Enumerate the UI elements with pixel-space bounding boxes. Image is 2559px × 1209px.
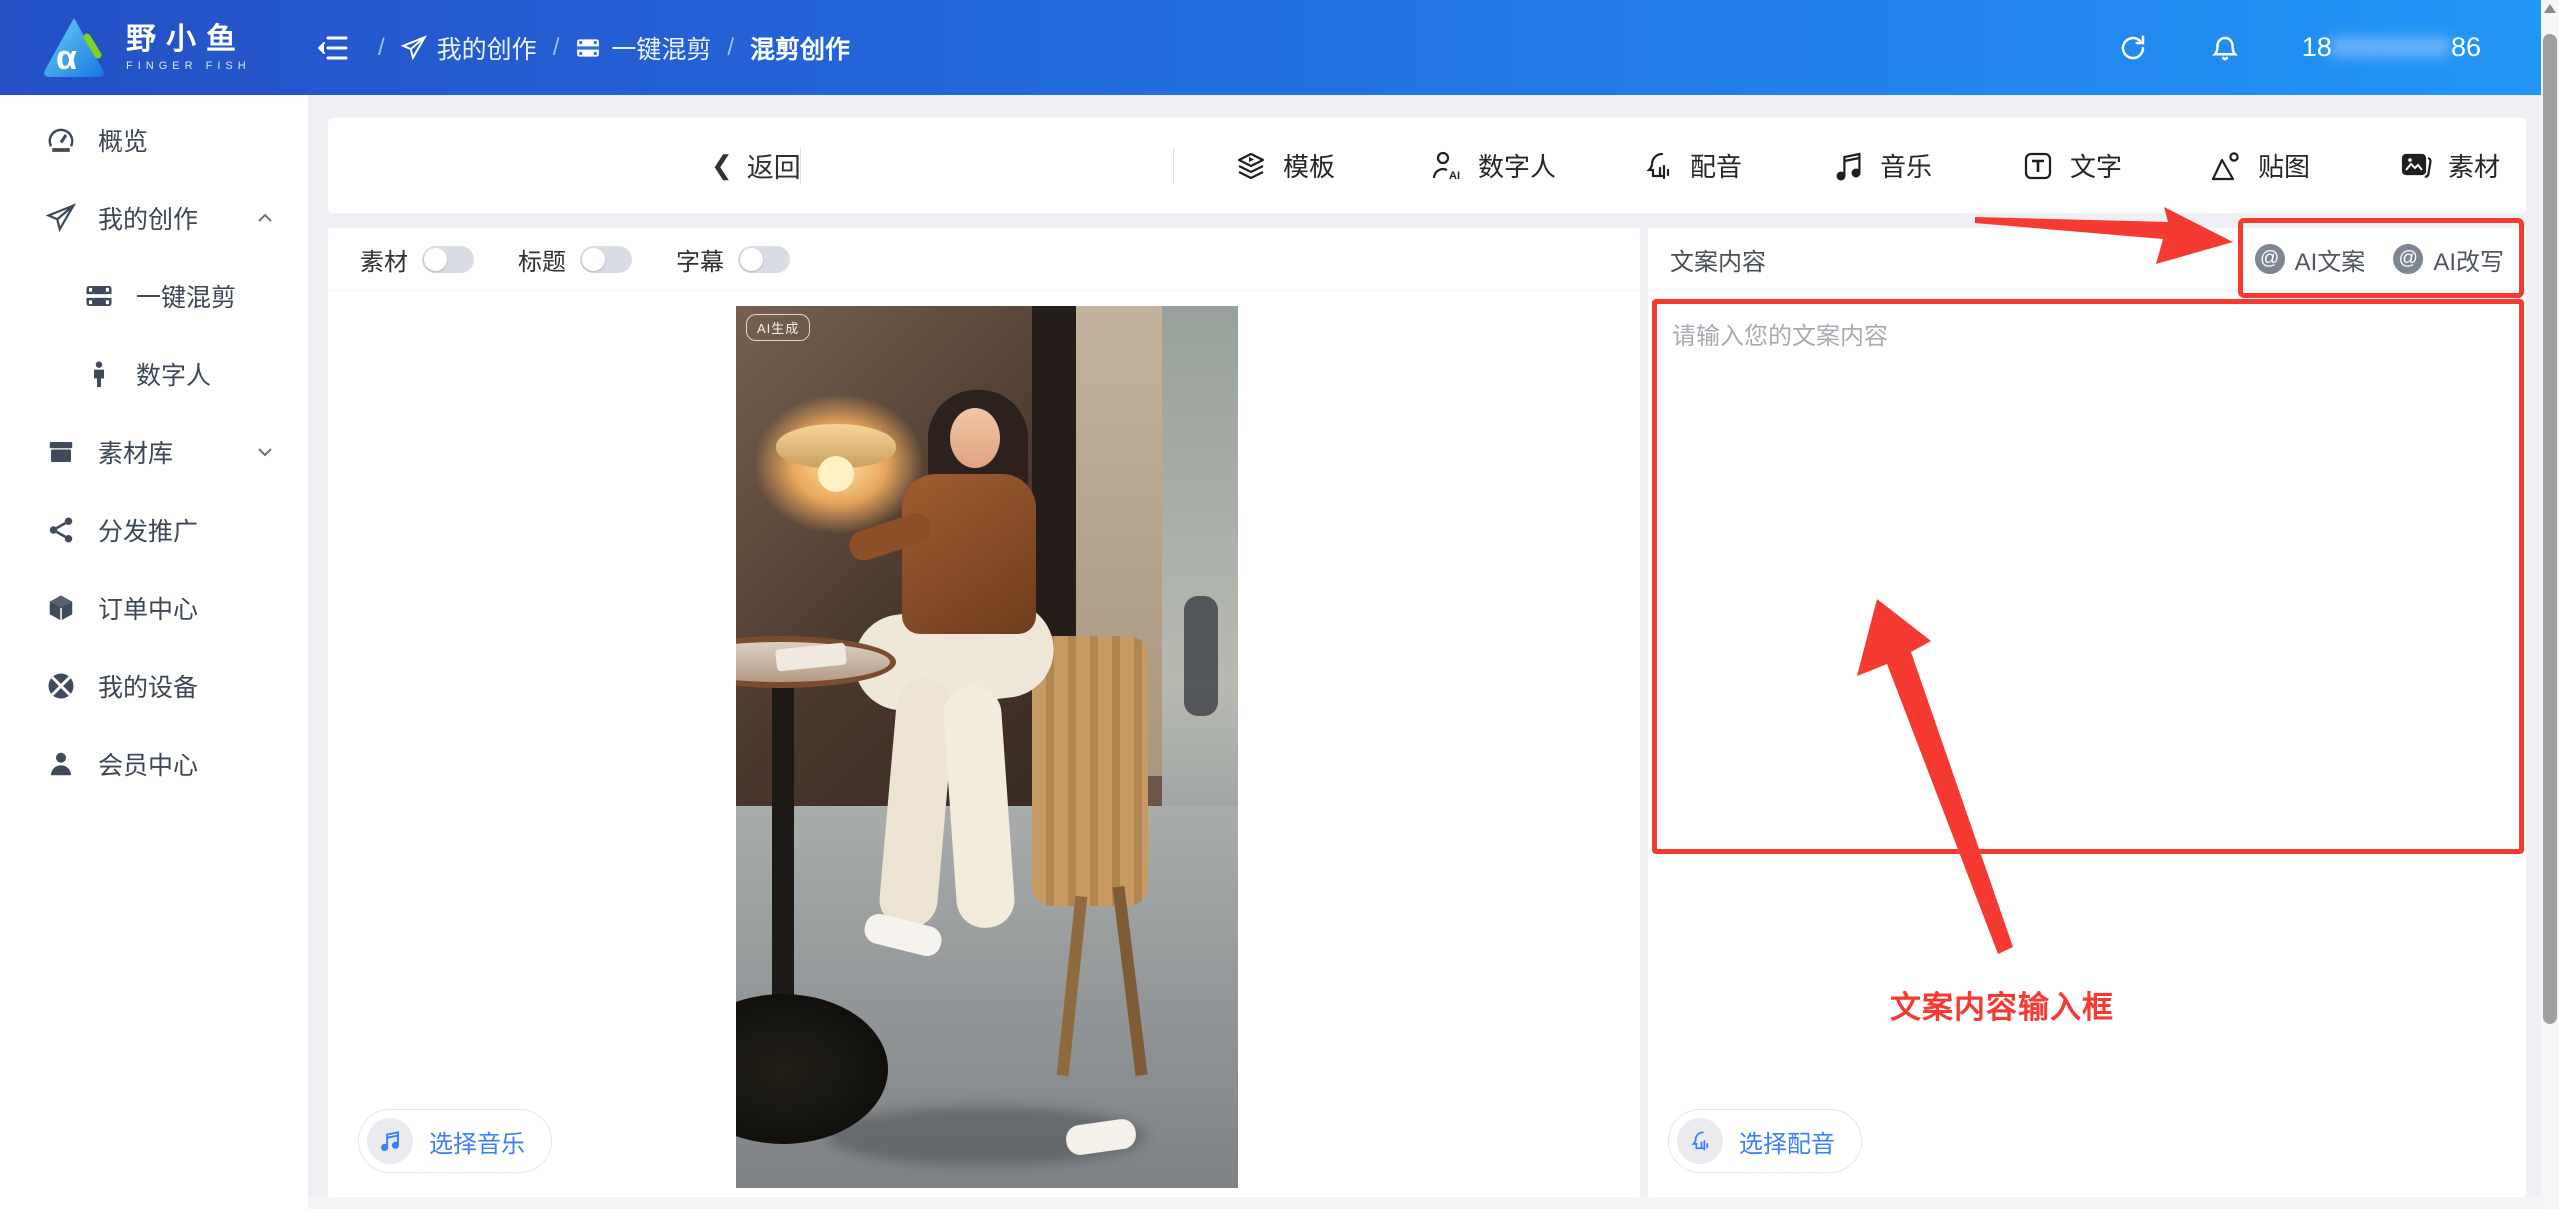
sticker-icon — [2211, 151, 2239, 180]
app-header: α 野小鱼 FINGER FISH / 我的创作 / 一键混剪 / 混剪创作 1… — [0, 0, 2541, 95]
toggle-title: 标题 — [518, 242, 632, 277]
subtitle-switch[interactable] — [738, 245, 790, 273]
preview-art — [950, 408, 1000, 468]
cube-icon — [49, 595, 73, 621]
sidebar-item-material-library[interactable]: 素材库 — [0, 413, 308, 491]
ai-generated-watermark: AI生成 — [746, 314, 811, 341]
dubbing-icon — [1646, 152, 1670, 179]
member-icon — [51, 752, 71, 776]
tool-digital-human[interactable]: AI 数字人 — [1428, 118, 1556, 213]
copywriting-panel: 文案内容 @ AI文案 @ AI改写 选择配音 — [1648, 228, 2526, 1197]
title-switch[interactable] — [580, 245, 632, 273]
bottom-edge — [308, 1197, 2541, 1209]
notification-bell-icon[interactable] — [2210, 33, 2240, 63]
breadcrumb-one-click-mix[interactable]: 一键混剪 — [575, 30, 711, 66]
copywriting-header: 文案内容 @ AI文案 @ AI改写 — [1648, 228, 2526, 291]
vertical-scrollbar[interactable] — [2541, 0, 2559, 1209]
video-preview: AI生成 — [736, 306, 1238, 1188]
sidebar-item-my-creations[interactable]: 我的创作 — [0, 179, 308, 257]
film-icon — [577, 38, 600, 57]
preview-art — [902, 474, 1036, 634]
svg-text:α: α — [56, 39, 77, 77]
scrollbar-up-arrow-icon[interactable] — [2544, 4, 2556, 13]
paper-plane-icon — [400, 34, 427, 60]
device-icon — [48, 673, 74, 699]
tool-text[interactable]: 文字 — [2020, 118, 2122, 213]
text-icon — [2024, 152, 2052, 179]
chevron-left-icon: ❮ — [711, 150, 733, 180]
logo-subtitle: FINGER FISH — [126, 60, 251, 72]
refresh-icon[interactable] — [2118, 33, 2148, 63]
sidebar-item-one-click-mix[interactable]: 一键混剪 — [0, 257, 308, 335]
film-icon — [86, 286, 112, 306]
divider — [800, 148, 801, 184]
voice-icon — [1677, 1118, 1723, 1164]
sidebar-item-order-center[interactable]: 订单中心 — [0, 569, 308, 647]
chevron-down-icon — [258, 448, 272, 457]
preview-art — [818, 456, 854, 492]
ai-copywriting-button[interactable]: @ AI文案 — [2254, 242, 2365, 277]
tool-sticker[interactable]: 贴图 — [2208, 118, 2310, 213]
divider — [1173, 148, 1174, 184]
tool-template[interactable]: 模板 — [1233, 118, 1335, 213]
select-music-button[interactable]: 选择音乐 — [358, 1109, 552, 1173]
breadcrumb-separator: / — [727, 33, 735, 61]
archive-icon — [49, 442, 73, 462]
annotation-label: 文案内容输入框 — [1890, 990, 2114, 1025]
sidebar-item-member-center[interactable]: 会员中心 — [0, 725, 308, 803]
material-icon — [2401, 153, 2432, 178]
copywriting-textarea[interactable] — [1652, 300, 2506, 843]
breadcrumb-mix-creation: 混剪创作 — [750, 35, 851, 64]
sidebar: 概览 我的创作 一键混剪 数字人 素材库 分发推广 订单中心 我的设备 会员中心 — [0, 95, 309, 1209]
preview-art — [772, 688, 794, 1018]
sidebar-item-distribution[interactable]: 分发推广 — [0, 491, 308, 569]
app-logo[interactable]: α 野小鱼 FINGER FISH — [40, 15, 290, 81]
breadcrumb-separator: / — [378, 33, 385, 61]
ai-robot-icon: @ — [2254, 244, 2285, 274]
sidebar-item-overview[interactable]: 概览 — [0, 101, 308, 179]
back-button[interactable]: ❮ 返回 — [711, 118, 801, 213]
ai-rewrite-button[interactable]: @ AI改写 — [2393, 242, 2504, 277]
toggle-material: 素材 — [360, 242, 474, 277]
chevron-up-icon — [258, 213, 272, 222]
svg-text:AI: AI — [1449, 170, 1460, 182]
breadcrumb: / 我的创作 / 一键混剪 / 混剪创作 — [378, 30, 850, 66]
preview-art — [1184, 596, 1218, 716]
tool-material[interactable]: 素材 — [2398, 118, 2500, 213]
share-icon — [49, 517, 73, 543]
sidebar-item-digital-human[interactable]: 数字人 — [0, 335, 308, 413]
logo-icon: α — [44, 17, 104, 77]
music-icon — [1836, 152, 1861, 181]
tool-dubbing[interactable]: 配音 — [1640, 118, 1742, 213]
person-icon — [94, 361, 104, 388]
preview-panel: 素材 标题 字幕 AI生成 选择音乐 — [328, 228, 1640, 1197]
breadcrumb-my-creations[interactable]: 我的创作 — [400, 30, 537, 66]
gauge-icon — [48, 128, 74, 152]
template-icon — [1237, 152, 1265, 179]
masked-digits: 8888888 — [2331, 32, 2451, 62]
account-phone-number[interactable]: 18 8888888 86 — [2302, 32, 2481, 63]
editor-toolbar: ❮ 返回 模板 AI 数字人 配音 音乐 文字 贴图 素材 — [328, 118, 2526, 306]
preview-art — [1162, 306, 1238, 846]
toggle-subtitle: 字幕 — [676, 242, 790, 277]
copywriting-title: 文案内容 — [1670, 248, 1766, 276]
scrollbar-thumb[interactable] — [2543, 34, 2557, 1024]
paper-plane-icon — [46, 203, 76, 233]
preview-art — [1032, 636, 1148, 906]
sidebar-item-my-devices[interactable]: 我的设备 — [0, 647, 308, 725]
logo-title: 野小鱼 — [126, 23, 246, 56]
select-voice-button[interactable]: 选择配音 — [1668, 1109, 1862, 1173]
tool-music[interactable]: 音乐 — [1830, 118, 1932, 213]
divider — [1648, 850, 2526, 851]
material-switch[interactable] — [422, 245, 474, 273]
breadcrumb-separator: / — [552, 33, 560, 61]
music-note-icon — [367, 1118, 413, 1164]
preview-toggles-row: 素材 标题 字幕 — [328, 228, 1640, 291]
menu-fold-icon[interactable] — [318, 32, 350, 64]
ai-robot-icon: @ — [2393, 244, 2424, 274]
digital-human-icon: AI — [1432, 151, 1460, 182]
